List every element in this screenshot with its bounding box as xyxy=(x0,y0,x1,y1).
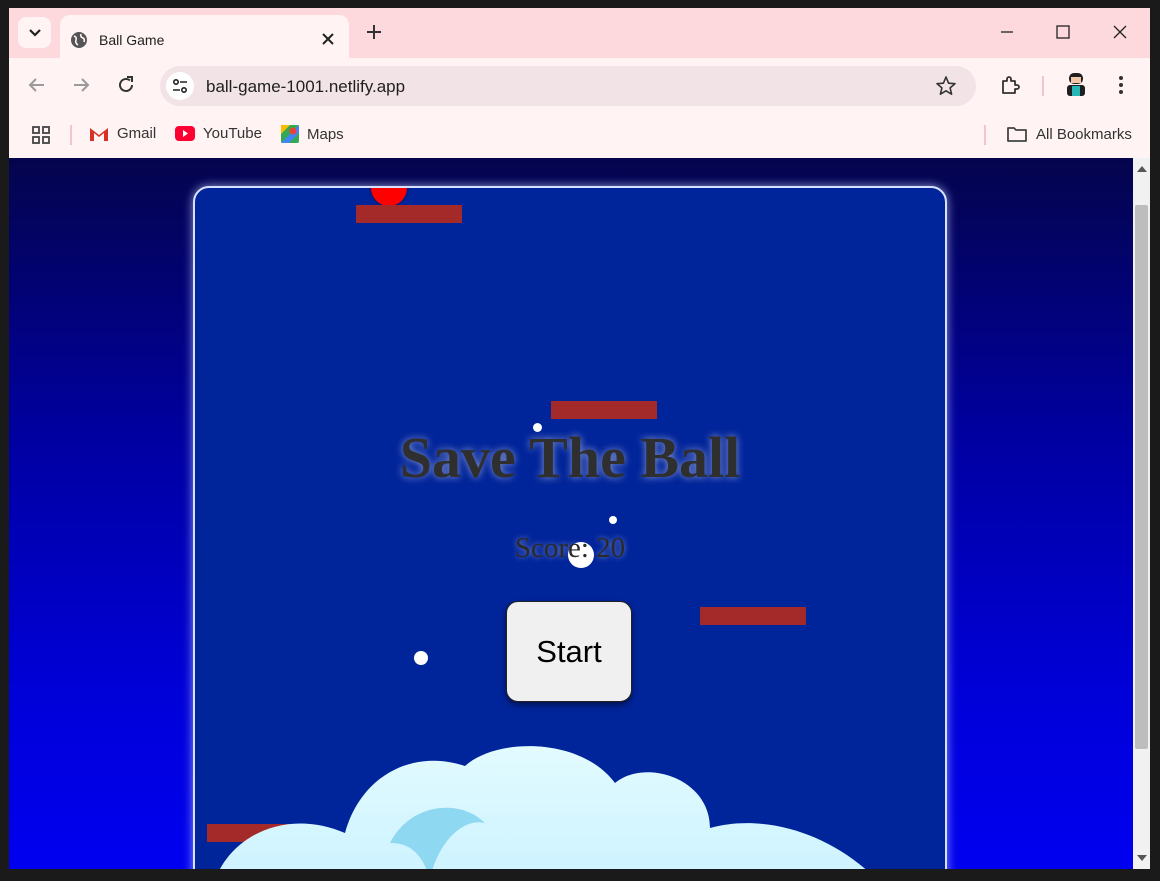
tune-icon xyxy=(172,78,188,94)
site-info-button[interactable] xyxy=(166,72,194,100)
gmail-icon xyxy=(90,127,108,141)
maximize-icon[interactable] xyxy=(1053,22,1073,42)
scroll-down-arrow-icon[interactable] xyxy=(1137,855,1147,861)
window-close-icon[interactable] xyxy=(1110,22,1130,42)
toolbar: ball-game-1001.netlify.app xyxy=(9,58,1150,113)
bookmark-label: Maps xyxy=(307,125,344,143)
cloud-illustration xyxy=(220,746,866,869)
maps-icon xyxy=(281,125,299,143)
bookmark-youtube[interactable]: YouTube xyxy=(175,125,262,142)
all-bookmarks-label: All Bookmarks xyxy=(1036,125,1132,143)
url-text: ball-game-1001.netlify.app xyxy=(206,77,406,96)
more-menu-icon[interactable] xyxy=(1110,74,1132,96)
globe-icon xyxy=(71,32,87,48)
close-tab-icon[interactable] xyxy=(320,31,336,47)
address-bar[interactable]: ball-game-1001.netlify.app xyxy=(160,66,976,106)
page-scrollbar[interactable] xyxy=(1133,158,1150,869)
platform xyxy=(700,607,806,625)
bubble-dot xyxy=(609,516,617,524)
score-display: Score: 20 xyxy=(514,532,626,564)
apps-grid-icon[interactable] xyxy=(31,125,51,145)
youtube-icon xyxy=(175,126,195,141)
profile-avatar-icon[interactable] xyxy=(1064,71,1088,97)
chevron-down-icon xyxy=(28,28,41,37)
tab-search-button[interactable] xyxy=(18,17,51,48)
bookmark-label: YouTube xyxy=(203,125,262,142)
scroll-thumb[interactable] xyxy=(1135,205,1148,749)
bookmark-label: Gmail xyxy=(117,125,157,142)
back-arrow-icon[interactable] xyxy=(26,74,48,96)
bubble-dot xyxy=(414,651,428,665)
minimize-icon[interactable] xyxy=(997,22,1017,42)
browser-window: Ball Game ball-game-1001.netlify.app Gma… xyxy=(9,8,1150,869)
game-title: Save The Ball xyxy=(399,425,741,490)
platform xyxy=(551,401,657,419)
tab-strip: Ball Game xyxy=(9,8,1150,58)
reload-icon[interactable] xyxy=(115,74,137,96)
tab-ball-game[interactable]: Ball Game xyxy=(60,15,349,58)
bookmarks-separator xyxy=(70,125,72,145)
bookmark-star-icon[interactable] xyxy=(935,75,957,97)
forward-arrow-icon[interactable] xyxy=(70,74,92,96)
bookmark-gmail[interactable]: Gmail xyxy=(89,125,156,142)
game-board[interactable]: Save The Ball Score: 20 Start xyxy=(193,186,947,869)
red-ball xyxy=(371,188,407,206)
page-viewport: Save The Ball Score: 20 Start xyxy=(9,158,1133,869)
extensions-icon[interactable] xyxy=(999,74,1021,96)
bookmarks-separator xyxy=(984,125,986,145)
toolbar-separator xyxy=(1042,76,1044,96)
start-button[interactable]: Start xyxy=(506,601,632,702)
bookmark-maps[interactable]: Maps xyxy=(281,125,344,143)
new-tab-icon[interactable] xyxy=(365,23,383,41)
platform xyxy=(356,205,462,223)
scroll-up-arrow-icon[interactable] xyxy=(1137,166,1147,172)
tab-title: Ball Game xyxy=(99,32,165,48)
folder-icon xyxy=(1007,127,1027,142)
bookmarks-bar: Gmail YouTube Maps All Bookmarks xyxy=(9,113,1150,158)
all-bookmarks-button[interactable]: All Bookmarks xyxy=(1006,125,1132,143)
